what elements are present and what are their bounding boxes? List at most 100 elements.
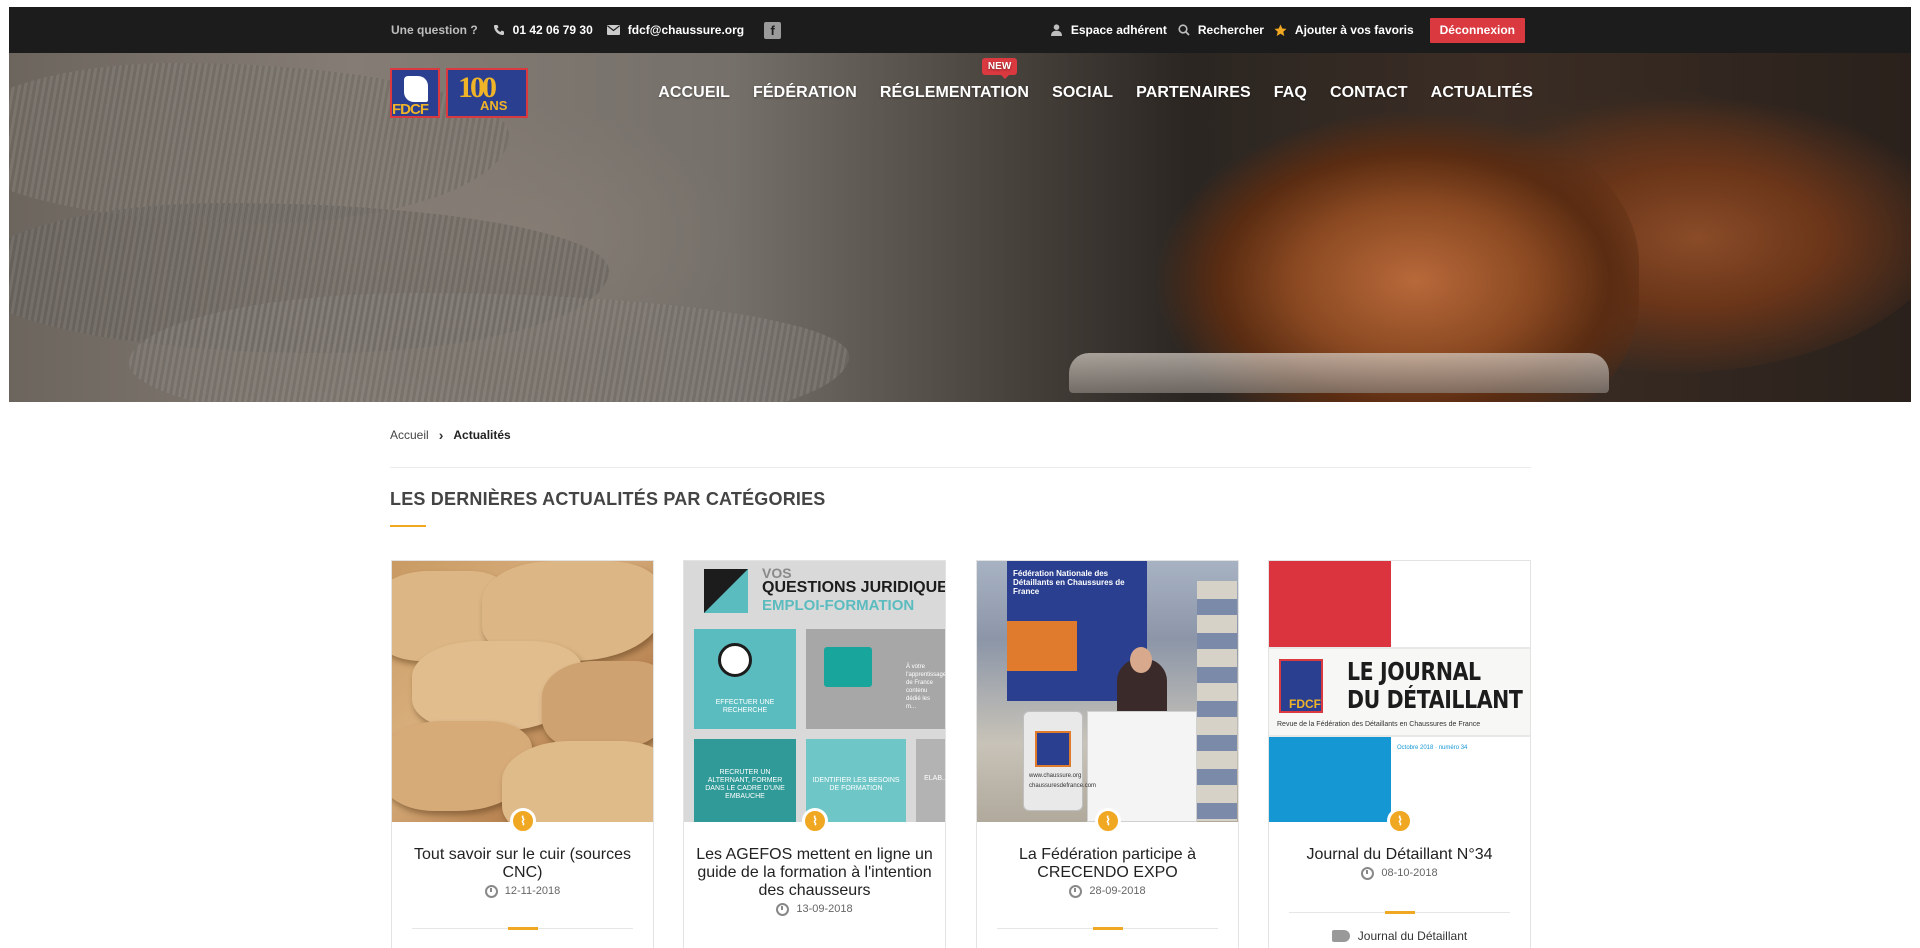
nav-reglementation-label: RÉGLEMENTATION bbox=[879, 84, 1030, 101]
news-card[interactable]: VOS QUESTIONS JURIDIQUES EMPLOI-FORMATIO… bbox=[683, 560, 946, 948]
leather-image bbox=[392, 561, 653, 822]
agefos-tile3-text: RECRUTER UN ALTERNANT, FORMER DANS LE CA… bbox=[705, 769, 785, 800]
booth-website-2: chaussuresdefrance.com bbox=[1029, 783, 1097, 789]
paperclip-icon: ⌇ bbox=[510, 808, 536, 834]
nav-faq[interactable]: FAQ bbox=[1274, 84, 1307, 102]
booth-shelf bbox=[1197, 581, 1237, 821]
card-date-text: 13-09-2018 bbox=[796, 903, 853, 915]
leather-piece bbox=[542, 661, 653, 751]
account-links: Espace adhérent Rechercher Ajouter à vos… bbox=[1050, 7, 1525, 53]
agefos-line3: EMPLOI-FORMATION bbox=[762, 597, 915, 614]
question-label: Une question ? bbox=[391, 23, 478, 37]
search-label: Rechercher bbox=[1197, 23, 1264, 37]
agefos-tile: À votre l'apprentissage de France conten… bbox=[806, 629, 945, 729]
section-title-underline bbox=[390, 525, 426, 527]
card-image[interactable]: Fédération Nationale des Détaillants en … bbox=[977, 561, 1238, 822]
card-date-text: 12-11-2018 bbox=[504, 885, 561, 897]
paperclip-icon: ⌇ bbox=[1387, 808, 1413, 834]
envelope-icon bbox=[607, 23, 621, 37]
news-card[interactable]: ⌇ Tout savoir sur le cuir (sources CNC) … bbox=[391, 560, 654, 948]
agefos-tile: EFFECTUER UNE RECHERCHE bbox=[694, 629, 796, 729]
boot-icon bbox=[404, 76, 428, 102]
new-badge: NEW bbox=[981, 58, 1018, 79]
booth-image: Fédération Nationale des Détaillants en … bbox=[977, 561, 1238, 822]
top-bar: Une question ? 01 42 06 79 30 fdcf@chaus… bbox=[9, 7, 1911, 53]
nav-actualites[interactable]: ACTUALITÉS bbox=[1431, 84, 1533, 102]
nav-reglementation[interactable]: RÉGLEMENTATION NEW bbox=[879, 58, 1030, 102]
clock-icon bbox=[1069, 884, 1083, 898]
nav-federation[interactable]: FÉDÉRATION bbox=[753, 84, 857, 102]
fdcf-logo bbox=[1035, 731, 1071, 767]
paperclip-icon: ⌇ bbox=[1095, 808, 1121, 834]
card-date: 13-09-2018 bbox=[696, 900, 933, 918]
agefos-tile5-text: ELAB... bbox=[924, 775, 945, 782]
contact-info: Une question ? 01 42 06 79 30 fdcf@chaus… bbox=[391, 7, 782, 53]
fdcf-logo: FDCF bbox=[1279, 659, 1323, 713]
card-tag-text: Journal du Détaillant bbox=[1357, 929, 1468, 943]
hero-banner bbox=[9, 53, 1911, 402]
magnifier-icon bbox=[718, 643, 752, 677]
tag-icon bbox=[1331, 930, 1350, 942]
card-title-text: Les AGEFOS mettent en ligne un guide de … bbox=[696, 846, 933, 899]
news-card[interactable]: FDCF LE JOURNAL DU DÉTAILLANT Revue de l… bbox=[1268, 560, 1531, 948]
card-image[interactable] bbox=[392, 561, 653, 822]
star-icon bbox=[1274, 23, 1288, 37]
chevron-right-icon: › bbox=[438, 427, 444, 443]
news-card[interactable]: Fédération Nationale des Détaillants en … bbox=[976, 560, 1239, 948]
agefos-tile: RECRUTER UN ALTERNANT, FORMER DANS LE CA… bbox=[694, 739, 796, 822]
breadcrumb-home[interactable]: Accueil bbox=[390, 428, 429, 442]
card-date: 28-09-2018 bbox=[989, 882, 1226, 900]
books-icon bbox=[824, 647, 872, 687]
journal-blue-block bbox=[1269, 737, 1391, 822]
favorites-label: Ajouter à vos favoris bbox=[1294, 23, 1414, 37]
nav-partenaires[interactable]: PARTENAIRES bbox=[1136, 84, 1251, 102]
search-icon bbox=[1177, 23, 1191, 37]
favorites-link[interactable]: Ajouter à vos favoris bbox=[1274, 23, 1414, 37]
member-area-link[interactable]: Espace adhérent bbox=[1050, 23, 1167, 37]
email-link[interactable]: fdcf@chaussure.org bbox=[607, 23, 744, 37]
breadcrumb-current: Actualités bbox=[453, 428, 511, 442]
card-title[interactable]: La Fédération participe à CRECENDO EXPO … bbox=[989, 846, 1226, 900]
section-title: LES DERNIÈRES ACTUALITÉS PAR CATÉGORIES bbox=[390, 489, 826, 509]
hundred-years-logo: 100 ANS bbox=[446, 68, 528, 118]
member-area-label: Espace adhérent bbox=[1070, 23, 1167, 37]
agefos-tile2-text: À votre l'apprentissage de France conten… bbox=[906, 664, 945, 710]
card-date-text: 08-10-2018 bbox=[1381, 867, 1438, 879]
journal-issue: Octobre 2018 · numéro 34 bbox=[1397, 745, 1468, 751]
card-date: 12-11-2018 bbox=[404, 882, 641, 900]
journal-cover-image: FDCF LE JOURNAL DU DÉTAILLANT Revue de l… bbox=[1269, 561, 1530, 822]
clock-icon bbox=[1361, 866, 1375, 880]
card-tag[interactable]: Journal du Détaillant bbox=[1269, 929, 1530, 943]
journal-red-block bbox=[1269, 561, 1391, 647]
nav-social[interactable]: SOCIAL bbox=[1052, 84, 1113, 102]
card-image[interactable]: FDCF LE JOURNAL DU DÉTAILLANT Revue de l… bbox=[1269, 561, 1530, 822]
agefos-tile: ELAB... bbox=[916, 739, 945, 822]
card-title-text: La Fédération participe à CRECENDO EXPO bbox=[1019, 846, 1196, 881]
agefos-tile4-text: IDENTIFIER LES BESOINS DE FORMATION bbox=[812, 777, 900, 792]
person-face bbox=[1130, 647, 1152, 673]
shoe-sole bbox=[1069, 353, 1609, 393]
card-date: 08-10-2018 bbox=[1281, 864, 1518, 882]
phone-link[interactable]: 01 42 06 79 30 bbox=[492, 23, 593, 37]
card-title[interactable]: Les AGEFOS mettent en ligne un guide de … bbox=[696, 846, 933, 918]
logout-button[interactable]: Déconnexion bbox=[1429, 17, 1525, 43]
card-date-text: 28-09-2018 bbox=[1089, 885, 1146, 897]
agefos-tile1-text: EFFECTUER UNE RECHERCHE bbox=[715, 699, 775, 714]
booth-website: www.chaussure.org bbox=[1029, 773, 1082, 779]
card-title[interactable]: Journal du Détaillant N°34 08-10-2018 bbox=[1281, 846, 1518, 882]
booth-banner-accent bbox=[1007, 621, 1077, 671]
card-image[interactable]: VOS QUESTIONS JURIDIQUES EMPLOI-FORMATIO… bbox=[684, 561, 945, 822]
agefos-image: VOS QUESTIONS JURIDIQUES EMPLOI-FORMATIO… bbox=[684, 561, 945, 822]
nav-contact[interactable]: CONTACT bbox=[1330, 84, 1408, 102]
phone-icon bbox=[492, 23, 506, 37]
main-navigation: ACCUEIL FÉDÉRATION RÉGLEMENTATION NEW SO… bbox=[658, 58, 1533, 102]
card-divider-accent bbox=[1093, 927, 1123, 930]
nav-accueil[interactable]: ACCUEIL bbox=[658, 84, 730, 102]
agefos-line2: QUESTIONS JURIDIQUES bbox=[762, 579, 945, 596]
search-link[interactable]: Rechercher bbox=[1177, 23, 1264, 37]
card-title-text: Tout savoir sur le cuir (sources CNC) bbox=[414, 846, 631, 881]
facebook-icon[interactable]: f bbox=[764, 21, 782, 39]
card-title[interactable]: Tout savoir sur le cuir (sources CNC) 12… bbox=[404, 846, 641, 900]
journal-logo-text: FDCF bbox=[1289, 697, 1321, 711]
site-logo[interactable]: FDCF 100 ANS bbox=[390, 68, 528, 118]
